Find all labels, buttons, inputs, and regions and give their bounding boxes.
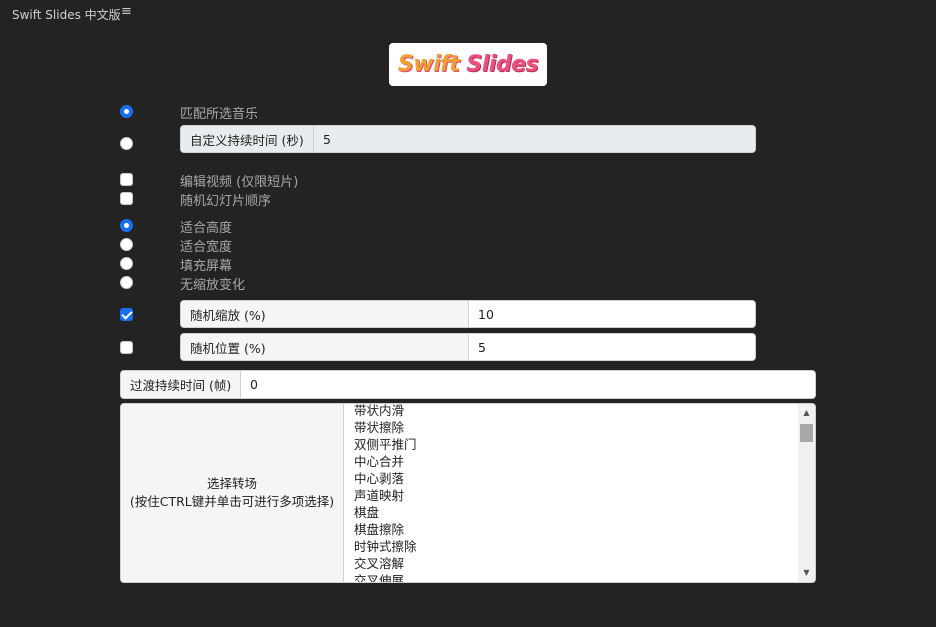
transition-duration-group: 过渡持续时间 (帧) 0 <box>120 370 816 399</box>
scroll-down-arrow-icon[interactable]: ▼ <box>798 566 815 580</box>
random-position-group: 随机位置 (%) 5 <box>180 333 756 361</box>
random-zoom-checkbox[interactable] <box>120 308 133 321</box>
transition-select-hint: (按住CTRL键并单击可进行多项选择) <box>129 494 335 509</box>
custom-duration-group: 自定义持续时间 (秒) 5 <box>180 125 756 153</box>
transition-listbox[interactable]: 交叉伸展 交叉溶解 时钟式擦除 棋盘擦除 棋盘 声道映射 中心剥落 中心合并 双侧平推门 带状擦除… <box>344 404 815 582</box>
transition-option[interactable]: 交叉溶解 <box>354 555 404 572</box>
match-music-radio[interactable] <box>120 105 133 118</box>
transition-option[interactable]: 时钟式擦除 <box>354 538 417 555</box>
random-zoom-group: 随机缩放 (%) 10 <box>180 300 756 328</box>
transition-option[interactable]: 中心合并 <box>354 453 404 470</box>
logo-part-swift: Swift <box>397 52 460 77</box>
transition-select-label: 选择转场 (按住CTRL键并单击可进行多项选择) <box>121 404 344 582</box>
fit-height-radio[interactable] <box>120 219 133 232</box>
edit-video-label: 编辑视频 (仅限短片) <box>180 175 299 190</box>
scrollbar-thumb[interactable] <box>800 424 813 442</box>
custom-duration-label: 自定义持续时间 (秒) <box>181 126 314 152</box>
fit-width-radio[interactable] <box>120 238 133 251</box>
transition-option[interactable]: 棋盘擦除 <box>354 521 404 538</box>
no-scale-label: 无缩放变化 <box>180 278 246 293</box>
random-zoom-input[interactable]: 10 <box>469 301 755 327</box>
match-music-label: 匹配所选音乐 <box>180 107 259 122</box>
listbox-scrollbar[interactable]: ▲ ▼ <box>798 404 815 582</box>
transition-duration-label: 过渡持续时间 (帧) <box>121 371 241 398</box>
custom-duration-input[interactable]: 5 <box>314 126 755 152</box>
transition-select-title: 选择转场 <box>206 476 257 491</box>
transition-duration-input[interactable]: 0 <box>241 371 815 398</box>
transition-option[interactable]: 带状内滑 <box>354 404 404 419</box>
random-order-label: 随机幻灯片顺序 <box>180 194 272 209</box>
edit-video-checkbox[interactable] <box>120 173 133 186</box>
random-order-checkbox[interactable] <box>120 192 133 205</box>
title-bar: Swift Slides 中文版 ≡ <box>0 0 936 26</box>
random-position-input[interactable]: 5 <box>469 334 755 360</box>
fit-height-label: 适合高度 <box>180 221 233 236</box>
no-scale-radio[interactable] <box>120 276 133 289</box>
menu-icon[interactable]: ≡ <box>121 4 132 19</box>
transition-select-group: 选择转场 (按住CTRL键并单击可进行多项选择) 交叉伸展 交叉溶解 时钟式擦除 棋盘… <box>120 403 816 583</box>
transition-option[interactable]: 棋盘 <box>354 504 379 521</box>
transition-option[interactable]: 带状擦除 <box>354 419 404 436</box>
random-position-checkbox[interactable] <box>120 341 133 354</box>
scroll-up-arrow-icon[interactable]: ▲ <box>798 406 815 420</box>
transition-option[interactable]: 交叉伸展 <box>354 572 404 582</box>
app-title: Swift Slides 中文版 <box>12 8 121 22</box>
app-logo: Swift Slides <box>389 43 547 86</box>
transition-option[interactable]: 双侧平推门 <box>354 436 417 453</box>
fill-screen-radio[interactable] <box>120 257 133 270</box>
fill-screen-label: 填充屏幕 <box>180 259 233 274</box>
fit-width-label: 适合宽度 <box>180 240 233 255</box>
transition-option[interactable]: 中心剥落 <box>354 470 404 487</box>
transition-option[interactable]: 声道映射 <box>354 487 404 504</box>
random-position-label: 随机位置 (%) <box>181 334 469 360</box>
logo-part-slides: Slides <box>466 52 539 77</box>
random-zoom-label: 随机缩放 (%) <box>181 301 469 327</box>
custom-duration-radio[interactable] <box>120 137 133 150</box>
